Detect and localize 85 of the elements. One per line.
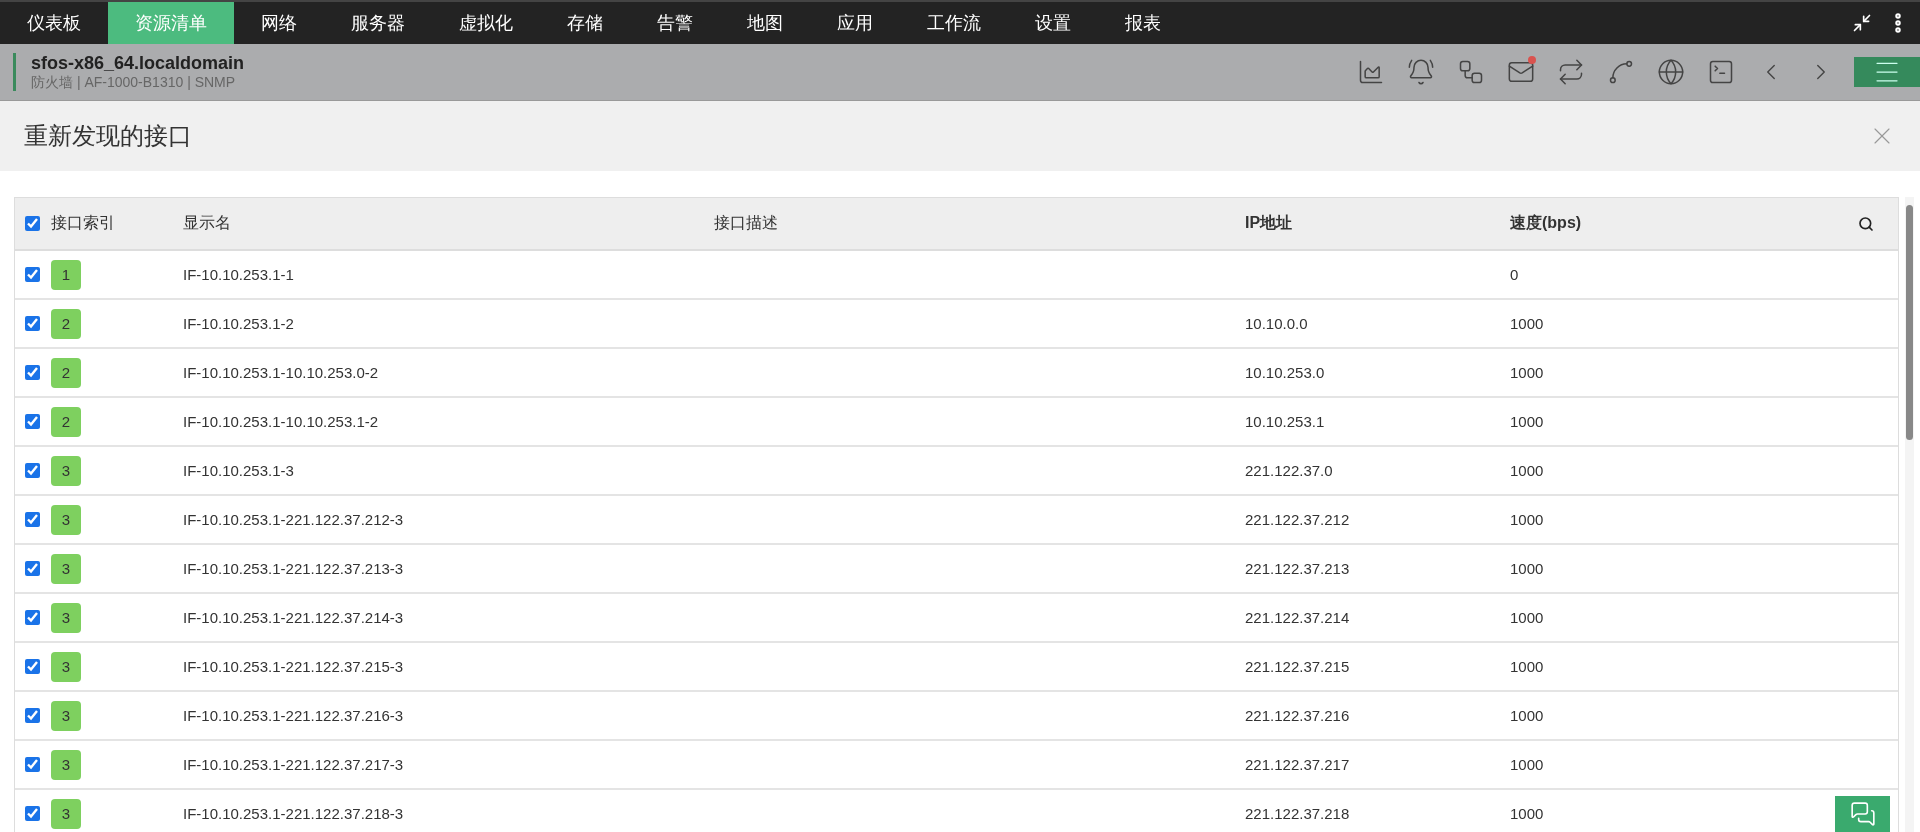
row-checkbox[interactable]	[25, 561, 40, 576]
table-cell-text: IF-10.10.253.1-10.10.253.1-2	[183, 413, 380, 430]
table-cell-text: 1000	[1510, 364, 1545, 381]
index-badge: 1	[51, 259, 81, 290]
column-header: 接口索引	[51, 213, 116, 233]
chat-bubbles-icon[interactable]	[1849, 801, 1876, 827]
table-cell-text: 1000	[1510, 462, 1545, 479]
index-badge: 2	[51, 308, 81, 339]
table-cell-text: 1000	[1510, 707, 1545, 724]
table-cell-text: IF-10.10.253.1-10.10.253.0-2	[183, 364, 380, 381]
nav-tab[interactable]: 地图	[720, 2, 810, 44]
table-cell-text: 1000	[1510, 756, 1545, 773]
table-cell-text: 221.122.37.213	[1245, 560, 1351, 577]
row-checkbox[interactable]	[25, 463, 40, 478]
table-cell-text: IF-10.10.253.1-221.122.37.217-3	[183, 756, 405, 773]
table-cell-text: IF-10.10.253.1-221.122.37.215-3	[183, 658, 405, 675]
table-cell-text: 10.10.0.0	[1245, 315, 1309, 332]
index-badge: 3	[51, 749, 81, 780]
index-badge: 2	[51, 406, 81, 437]
nav-tab[interactable]: 存储	[540, 2, 630, 44]
dialog-title: 重新发现的接口	[24, 121, 192, 151]
nav-tab[interactable]: 设置	[1008, 2, 1098, 44]
index-badge: 2	[51, 357, 81, 388]
table-cell-text: 0	[1510, 266, 1520, 283]
index-badge: 3	[51, 504, 81, 535]
table-cell-text: IF-10.10.253.1-3	[183, 462, 295, 479]
table-cell-text: 221.122.37.216	[1245, 707, 1351, 724]
nav-tab[interactable]: 虚拟化	[432, 2, 540, 44]
row-checkbox[interactable]	[25, 610, 40, 625]
column-header: 速度(bps)	[1510, 213, 1583, 233]
search-icon[interactable]	[1858, 215, 1874, 232]
table-cell-text: 10.10.253.0	[1245, 364, 1326, 381]
scrollbar[interactable]	[1905, 197, 1914, 832]
table-cell-text: IF-10.10.253.1-1	[183, 266, 295, 283]
row-checkbox[interactable]	[25, 365, 40, 380]
table-cell-text: 221.122.37.217	[1245, 756, 1351, 773]
table-cell-text: IF-10.10.253.1-221.122.37.216-3	[183, 707, 405, 724]
device-name: sfos-x86_64.localdomain	[31, 52, 245, 74]
nav-tab[interactable]: 应用	[810, 2, 900, 44]
nav-tab[interactable]: 服务器	[324, 2, 432, 44]
index-badge: 3	[51, 651, 81, 682]
table-cell-text: 1000	[1510, 658, 1545, 675]
index-badge: 3	[51, 602, 81, 633]
index-badge: 3	[51, 798, 81, 829]
row-checkbox[interactable]	[25, 708, 40, 723]
select-all-checkbox[interactable]	[25, 216, 40, 231]
table-cell-text: 221.122.37.218	[1245, 805, 1351, 822]
row-checkbox[interactable]	[25, 267, 40, 282]
row-checkbox[interactable]	[25, 757, 40, 772]
nav-tab[interactable]: 报表	[1098, 2, 1188, 44]
row-checkbox[interactable]	[25, 414, 40, 429]
index-badge: 3	[51, 700, 81, 731]
table-cell-text: 221.122.37.212	[1245, 511, 1351, 528]
table-cell-text: 1000	[1510, 560, 1545, 577]
table-cell-text: IF-10.10.253.1-221.122.37.212-3	[183, 511, 405, 528]
column-header: IP地址	[1245, 213, 1294, 233]
table-cell-text: IF-10.10.253.1-2	[183, 315, 295, 332]
column-header: 接口描述	[714, 213, 779, 233]
row-checkbox[interactable]	[25, 659, 40, 674]
nav-tab[interactable]: 网络	[234, 2, 324, 44]
table-cell-text: 221.122.37.0	[1245, 462, 1334, 479]
chat-button[interactable]	[1835, 796, 1890, 832]
nav-tab[interactable]: 仪表板	[0, 2, 108, 44]
index-badge: 3	[51, 553, 81, 584]
table-cell-text: IF-10.10.253.1-221.122.37.214-3	[183, 609, 405, 626]
table-cell-text: 1000	[1510, 315, 1545, 332]
table-cell-text: 1000	[1510, 609, 1545, 626]
row-checkbox[interactable]	[25, 512, 40, 527]
index-badge: 3	[51, 455, 81, 486]
collapse-arrows-icon[interactable]	[1852, 13, 1872, 33]
column-header: 显示名	[183, 213, 232, 233]
nav-tab[interactable]: 工作流	[900, 2, 1008, 44]
table-cell-text: IF-10.10.253.1-221.122.37.218-3	[183, 805, 405, 822]
row-checkbox[interactable]	[25, 316, 40, 331]
table-cell-text: 1000	[1510, 413, 1545, 430]
nav-tab[interactable]: 告警	[630, 2, 720, 44]
device-details: 防火墙 | AF-1000-B1310 | SNMP	[31, 73, 237, 92]
table-cell-text: 10.10.253.1	[1245, 413, 1326, 430]
row-checkbox[interactable]	[25, 806, 40, 821]
table-cell-text: 221.122.37.214	[1245, 609, 1351, 626]
table-cell-text: 221.122.37.215	[1245, 658, 1351, 675]
table-cell-text: IF-10.10.253.1-221.122.37.213-3	[183, 560, 405, 577]
table-cell-text: 1000	[1510, 511, 1545, 528]
table-cell-text: 1000	[1510, 805, 1545, 822]
menu-button[interactable]	[1854, 57, 1920, 87]
